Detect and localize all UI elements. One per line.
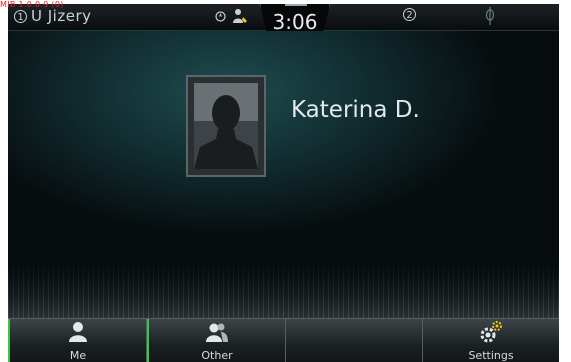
person-icon xyxy=(69,322,87,342)
infotainment-screen: 1 U Jizery 3:06 2 Katerina D. Me Other S… xyxy=(8,4,559,362)
empty-button[interactable] xyxy=(286,319,423,362)
contact-avatar[interactable] xyxy=(186,75,266,177)
person-status-icon xyxy=(233,9,247,23)
version-label: MIB 1.0.0.9 (0) xyxy=(0,0,64,9)
gear-icon xyxy=(480,321,502,343)
status-icons xyxy=(215,8,248,24)
notification-badge[interactable]: 2 xyxy=(403,8,416,21)
phone-signal-icon xyxy=(485,7,495,25)
bottom-nav: Me Other Settings xyxy=(8,318,559,362)
settings-label: Settings xyxy=(468,349,514,362)
settings-button[interactable]: Settings xyxy=(423,319,559,362)
contact-view: Katerina D. xyxy=(8,31,559,318)
location-label: U Jizery xyxy=(31,7,92,25)
other-label: Other xyxy=(201,349,233,362)
me-button[interactable]: Me xyxy=(8,319,147,362)
other-button[interactable]: Other xyxy=(147,319,286,362)
floor-grid xyxy=(8,258,559,318)
status-bar: 1 U Jizery 3:06 2 xyxy=(8,4,559,40)
compass-icon xyxy=(215,10,226,22)
silhouette-icon xyxy=(194,83,258,169)
contact-name: Katerina D. xyxy=(291,97,420,123)
navigation-badge-icon: 1 xyxy=(14,9,27,23)
me-label: Me xyxy=(69,349,87,362)
people-icon xyxy=(206,323,228,342)
location-indicator[interactable]: 1 U Jizery xyxy=(14,7,91,25)
